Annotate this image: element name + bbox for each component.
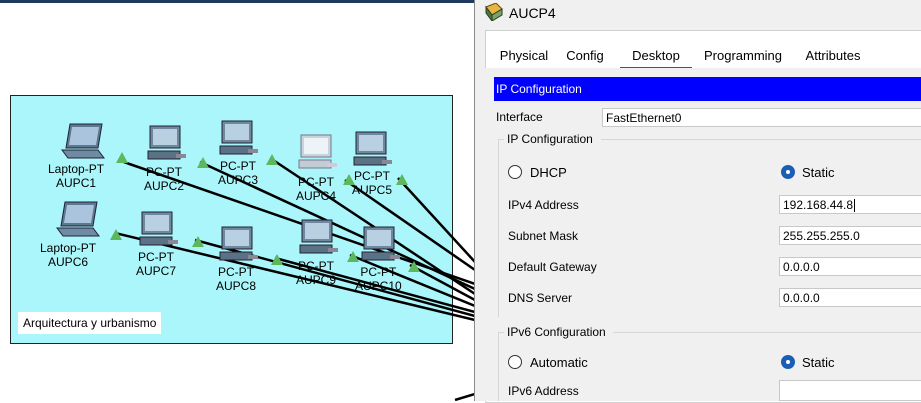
device-name: AUPC10	[355, 279, 402, 293]
gateway-field[interactable]: 0.0.0.0	[779, 257, 921, 276]
group-border	[613, 332, 921, 333]
topology-workspace[interactable]: Laptop-PT AUPC1 PC-PT AUPC2 PC-PT AUPC3 …	[0, 0, 475, 401]
dhcp-label: DHCP	[530, 165, 567, 180]
ipv6-group-label: IPv6 Configuration	[507, 325, 606, 339]
static-label: Static	[802, 165, 835, 180]
device-type: PC-PT	[218, 265, 254, 279]
device-label: Laptop-PT AUPC1	[48, 162, 104, 190]
link-offpanel	[454, 392, 475, 401]
gateway-label: Default Gateway	[508, 260, 597, 274]
tab-config[interactable]: Config	[562, 45, 608, 67]
laptop-icon[interactable]	[55, 200, 103, 240]
device-name: AUPC4	[296, 189, 337, 203]
device-label: PC-PT AUPC9	[296, 259, 336, 287]
pc-icon[interactable]	[138, 210, 180, 250]
ipv6-static-label: Static	[802, 355, 835, 370]
pc-icon[interactable]	[360, 225, 402, 265]
ip-config-panel: IP Configuration Interface FastEthernet0…	[485, 68, 921, 401]
text-caret	[854, 199, 856, 213]
tab-programming[interactable]: Programming	[700, 45, 786, 67]
automatic-label: Automatic	[530, 355, 588, 370]
device-type: PC-PT	[146, 165, 182, 179]
window-title: AUCP4	[509, 5, 556, 21]
group-border	[498, 332, 499, 401]
interface-label: Interface	[496, 110, 543, 124]
ipv6-address-field[interactable]	[779, 380, 921, 401]
subnet-mask-label: Subnet Mask	[508, 229, 579, 243]
device-window: AUCP4 Physical Config Desktop Programmin…	[474, 0, 921, 403]
ipv6-address-label: IPv6 Address	[508, 384, 579, 398]
dns-field[interactable]: 0.0.0.0	[779, 288, 921, 307]
pc-icon[interactable]	[218, 119, 260, 159]
device-type: PC-PT	[354, 169, 390, 183]
device-label: PC-PT AUPC10	[355, 265, 402, 293]
device-type: PC-PT	[298, 175, 334, 189]
pc-icon[interactable]	[298, 218, 340, 258]
tab-attributes[interactable]: Attributes	[798, 45, 868, 67]
subnet-mask-field[interactable]: 255.255.255.0	[779, 226, 921, 245]
device-name: AUPC3	[218, 173, 259, 187]
device-label: PC-PT AUPC4	[296, 175, 336, 203]
device-type: PC-PT	[220, 159, 256, 173]
group-border	[498, 139, 499, 317]
tab-desktop[interactable]: Desktop	[620, 45, 692, 69]
ip-config-header: IP Configuration	[494, 77, 921, 101]
link-up-indicator	[347, 251, 359, 262]
link-up-indicator	[116, 152, 128, 163]
device-name: AUPC7	[136, 264, 177, 278]
pc-icon[interactable]	[352, 130, 394, 170]
device-type: Laptop-PT	[48, 162, 105, 176]
device-name: AUPC9	[296, 273, 337, 287]
pc-icon[interactable]	[218, 225, 260, 265]
device-name: AUPC5	[352, 183, 393, 197]
window-titlebar[interactable]: AUCP4	[475, 0, 921, 26]
device-label: Laptop-PT AUPC6	[40, 241, 96, 269]
cluster-label: Arquitectura y urbanismo	[18, 312, 162, 334]
device-label: PC-PT AUPC8	[216, 265, 256, 293]
ipv4-address-field[interactable]: 192.168.44.8	[779, 195, 921, 214]
device-type: PC-PT	[138, 250, 174, 264]
ipv4-address-label: IPv4 Address	[508, 198, 579, 212]
laptop-icon[interactable]	[60, 122, 108, 162]
pc-icon[interactable]	[146, 124, 188, 164]
dhcp-radio[interactable]	[508, 165, 522, 179]
device-label: PC-PT AUPC5	[352, 169, 392, 197]
link-up-indicator	[197, 157, 209, 168]
device-label: PC-PT AUPC7	[136, 250, 176, 278]
device-type: Laptop-PT	[40, 241, 97, 255]
device-type: PC-PT	[360, 265, 397, 279]
packet-tracer-icon	[485, 3, 503, 21]
dns-label: DNS Server	[508, 291, 573, 305]
ipv4-group-label: IP Configuration	[507, 132, 593, 146]
device-name: AUPC6	[48, 255, 89, 269]
device-name: AUPC1	[56, 176, 97, 190]
interface-select[interactable]: FastEthernet0	[602, 108, 921, 127]
device-label: PC-PT AUPC3	[218, 159, 258, 187]
device-type: PC-PT	[298, 259, 334, 273]
automatic-radio[interactable]	[508, 355, 522, 369]
pc-icon-selected[interactable]	[297, 133, 339, 173]
link-up-indicator	[266, 154, 278, 165]
device-name: AUPC2	[144, 179, 185, 193]
tab-physical[interactable]: Physical	[496, 45, 552, 67]
device-label: PC-PT AUPC2	[144, 165, 184, 193]
static-radio[interactable]	[781, 165, 795, 179]
ipv6-static-radio[interactable]	[781, 355, 795, 369]
device-name: AUPC8	[216, 279, 257, 293]
ipv4-address-value: 192.168.44.8	[783, 198, 854, 212]
group-border	[601, 139, 921, 140]
